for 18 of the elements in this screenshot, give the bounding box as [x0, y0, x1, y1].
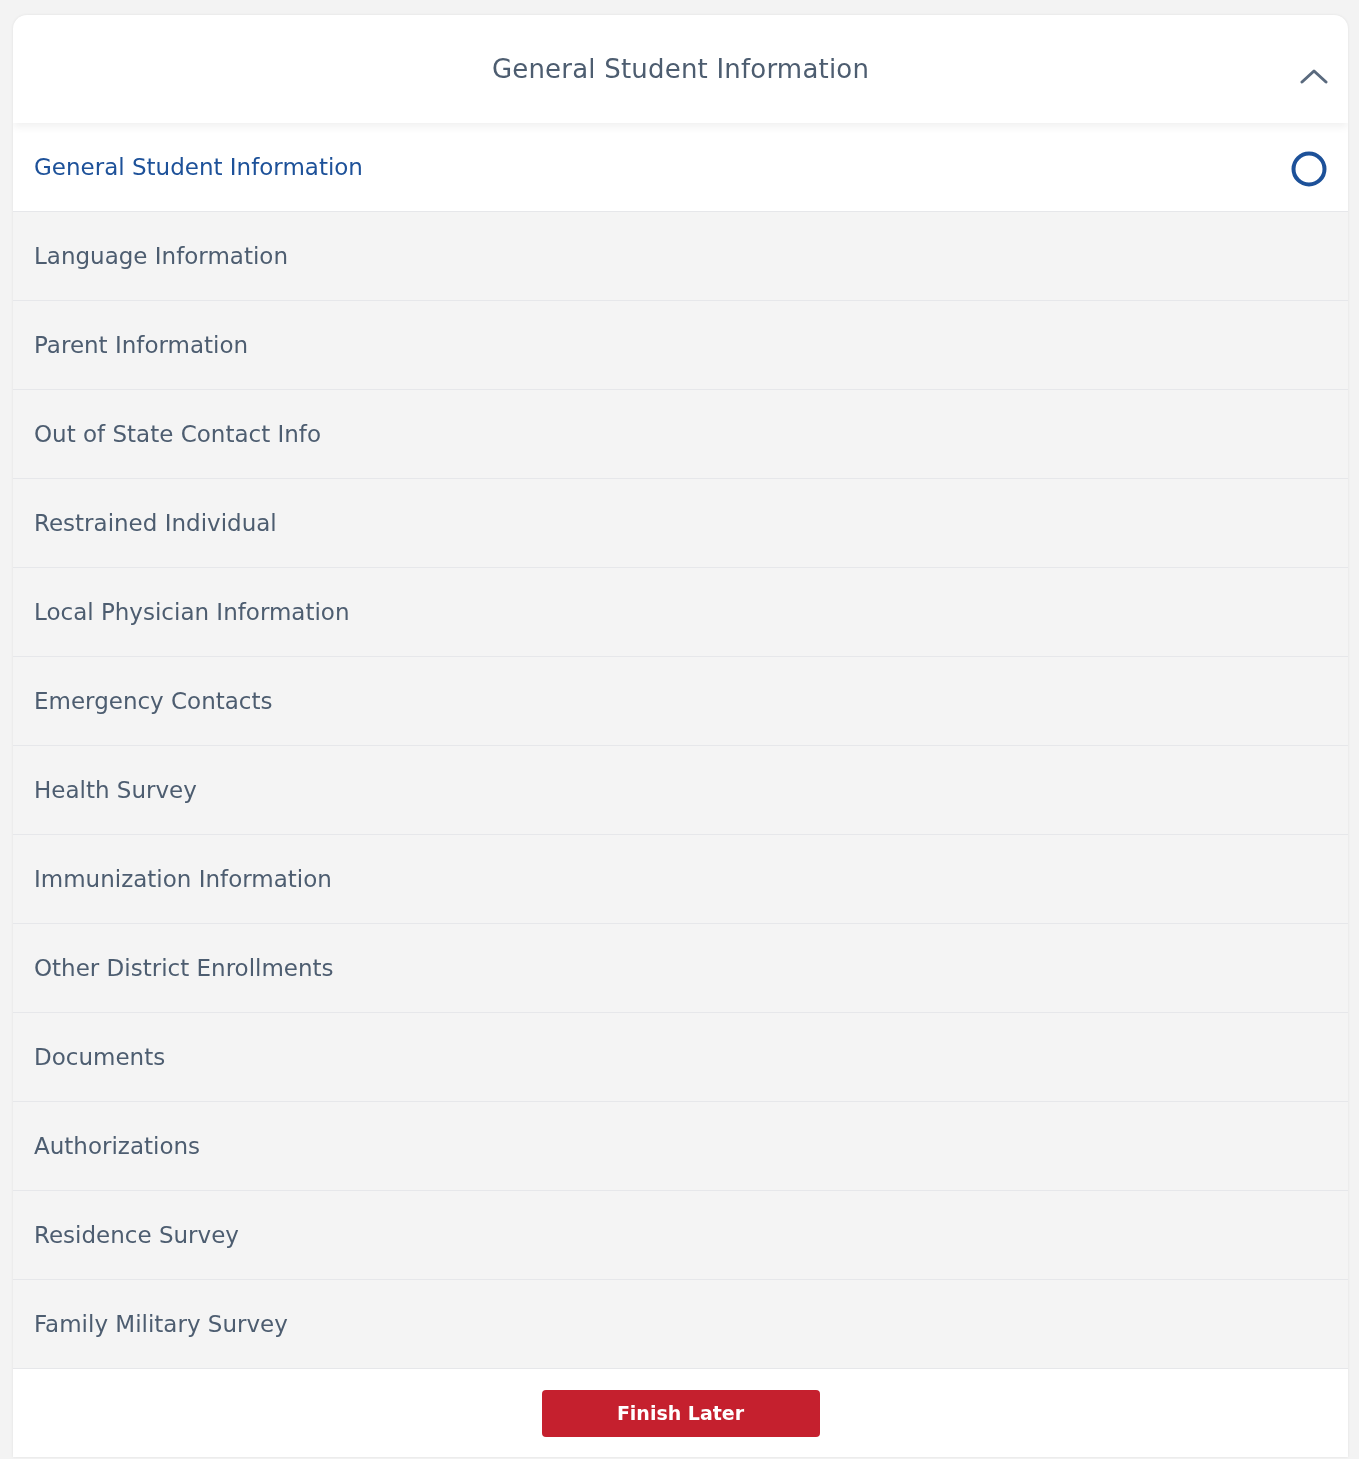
section-item[interactable]: Documents	[13, 1013, 1348, 1102]
section-item[interactable]: Other District Enrollments	[13, 924, 1348, 1013]
section-item[interactable]: Residence Survey	[13, 1191, 1348, 1280]
section-item[interactable]: General Student Information	[13, 123, 1348, 212]
section-item[interactable]: Authorizations	[13, 1102, 1348, 1191]
section-item[interactable]: Local Physician Information	[13, 568, 1348, 657]
section-item[interactable]: Health Survey	[13, 746, 1348, 835]
circle-icon	[1290, 150, 1328, 188]
section-item[interactable]: Emergency Contacts	[13, 657, 1348, 746]
section-item[interactable]: Out of State Contact Info	[13, 390, 1348, 479]
finish-later-button[interactable]: Finish Later	[541, 1389, 820, 1437]
chevron-icon[interactable]	[1300, 68, 1328, 84]
section-item[interactable]: Language Information	[13, 212, 1348, 301]
section-item[interactable]: Parent Information	[13, 301, 1348, 390]
section-item[interactable]: Immunization Information	[13, 835, 1348, 924]
panel-title: General Student Information	[491, 54, 870, 84]
section-item[interactable]: Restrained Individual	[13, 479, 1348, 568]
section-item[interactable]: Family Military Survey	[13, 1280, 1348, 1369]
